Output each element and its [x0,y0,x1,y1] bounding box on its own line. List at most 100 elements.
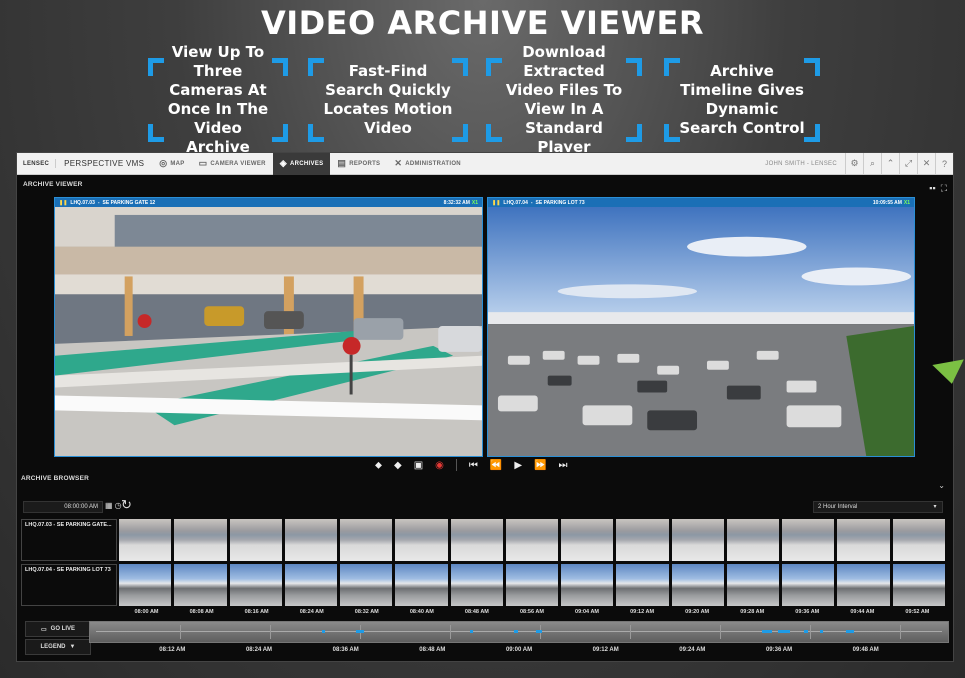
play-icon[interactable]: ▶ [514,460,522,471]
thumbnail[interactable] [782,564,835,606]
time-label: 09:36 AM [795,609,820,615]
thumbnail[interactable] [395,519,448,561]
thumbnail[interactable] [119,564,172,606]
help-icon[interactable]: ? [935,152,953,175]
browser-row-label[interactable]: LHQ.07.03 - SE PARKING GATE... [21,519,117,561]
gear-icon[interactable]: ⚙ [845,152,863,175]
motion-event-marker[interactable] [322,630,325,633]
video-pane-2[interactable]: ❚❚ LHQ.07.04 - SE PARKING LOT 73 10:09:5… [487,197,915,457]
thumbnail[interactable] [671,519,724,561]
thumbnail[interactable] [174,564,227,606]
thumbnail[interactable] [174,519,227,561]
timeline-label: 09:12 AM [592,647,619,653]
thumbnail[interactable] [284,564,338,606]
thumbnail[interactable] [229,519,282,561]
thumbnail[interactable] [119,519,172,561]
feature-callout-3: Download Extracted Video Files To View I… [486,43,642,156]
calendar-icon[interactable]: ▦ [105,501,113,510]
thumbnail[interactable] [561,564,614,606]
time-label: 08:16 AM [244,609,269,615]
thumbnail[interactable] [726,564,780,606]
pause-icon[interactable]: ❚❚ [59,200,67,206]
interval-select[interactable]: 2 Hour Interval ▾ [813,501,943,513]
bookmark-icon[interactable]: ◆ [394,460,402,471]
thumbnail[interactable] [616,564,669,606]
thumbnail[interactable] [340,519,393,561]
thumbnail[interactable] [782,519,835,561]
thumbnail[interactable] [450,519,503,561]
feature-callout-2: Fast-Find Search Quickly Locates Motion … [308,58,468,142]
expand-icon[interactable]: ⤢ [899,152,917,175]
skip-to-start-icon[interactable]: ⏮ [469,460,478,471]
thumbnail[interactable] [505,519,559,561]
camera-timestamp: 10:09:55 AM [872,199,902,206]
nav-item-reports[interactable]: ▤ REPORTS [330,153,387,175]
go-live-label: GO LIVE [50,626,75,632]
time-label: 09:28 AM [740,609,765,615]
top-nav: LENSEC PERSPECTIVE VMS ◎ MAP ▭ CAMERA VI… [17,152,953,175]
export-icon[interactable]: ⬥ [375,460,382,471]
nav-item-map[interactable]: ◎ MAP [152,153,191,175]
motion-event-marker[interactable] [846,630,854,633]
close-icon[interactable]: ✕ [917,152,935,175]
decorative-arrow [932,359,965,387]
pause-icon[interactable]: ❚❚ [492,200,500,206]
thumbnail[interactable] [671,564,724,606]
thumbnail[interactable] [561,519,614,561]
thumbnail[interactable] [505,564,559,606]
search-icon[interactable]: ⌕ [863,152,881,175]
time-label: 08:32 AM [354,609,379,615]
thumbnail[interactable] [340,564,393,606]
motion-event-marker[interactable] [778,630,790,633]
time-label: 09:44 AM [850,609,875,615]
fullscreen-icon[interactable]: ⛶ [941,183,947,194]
motion-event-marker[interactable] [536,630,542,633]
thumbnail[interactable] [892,564,945,606]
motion-event-marker[interactable] [762,630,772,633]
motion-event-marker[interactable] [514,630,518,633]
archive-browser-label: ARCHIVE BROWSER [21,475,90,482]
feature-text-3: Download Extracted Video Files To View I… [505,43,623,156]
motion-event-marker[interactable] [820,630,823,633]
nav-item-archives[interactable]: ◈ ARCHIVES [272,152,331,175]
motion-event-marker[interactable] [356,630,364,633]
motion-event-marker[interactable] [804,630,808,633]
camera-id: LHQ.07.03 [70,199,95,206]
skip-to-end-icon[interactable]: ⏭ [559,460,568,471]
start-time-field[interactable]: 08:00:00 AM [23,501,103,513]
thumbnail[interactable] [837,564,890,606]
thumbnail[interactable] [892,519,945,561]
thumbnail[interactable] [450,564,503,606]
timeline-label: 08:12 AM [159,647,186,653]
motion-event-marker[interactable] [470,630,473,633]
interval-value: 2 Hour Interval [818,504,858,510]
thumbnail[interactable] [284,519,338,561]
thumbnail[interactable] [395,564,448,606]
refresh-icon[interactable]: ↻ [121,497,132,513]
thumbnail[interactable] [229,564,282,606]
camera-timestamp: 8:32:32 AM [443,199,470,206]
video-pane-1[interactable]: ❚❚ LHQ.07.03 - SE PARKING GATE 12 8:32:3… [54,197,483,457]
timeline-label: 09:24 AM [679,647,706,653]
snapshot-icon[interactable]: ▣ [414,460,423,471]
parking-garage-video [55,207,482,456]
collapse-arrow-icon[interactable]: ⌄ [938,481,945,490]
legend-button[interactable]: LEGEND ▼ [25,639,91,655]
nav-item-camera-viewer[interactable]: ▭ CAMERA VIEWER [192,153,273,175]
record-icon[interactable]: ◉ [435,460,444,471]
time-label: 08:24 AM [299,609,324,615]
browser-row-label[interactable]: LHQ.07.04 - SE PARKING LOT 73 [21,564,117,606]
rewind-icon[interactable]: ⏪ [490,460,502,471]
thumbnail-row-garage [119,519,945,561]
nav-item-administration[interactable]: ✕ ADMINISTRATION [387,153,468,175]
parking-lot-video [488,207,914,456]
fast-forward-icon[interactable]: ⏩ [534,460,546,471]
archive-timeline[interactable] [89,621,949,643]
collapse-icon[interactable]: ⌃ [881,152,899,175]
monitor-icon: ▭ [198,158,208,168]
thumbnail[interactable] [616,519,669,561]
go-live-button[interactable]: ▭ GO LIVE [25,621,91,637]
layout-split-icon[interactable]: ▪▪ [929,183,935,194]
thumbnail[interactable] [726,519,780,561]
thumbnail[interactable] [837,519,890,561]
